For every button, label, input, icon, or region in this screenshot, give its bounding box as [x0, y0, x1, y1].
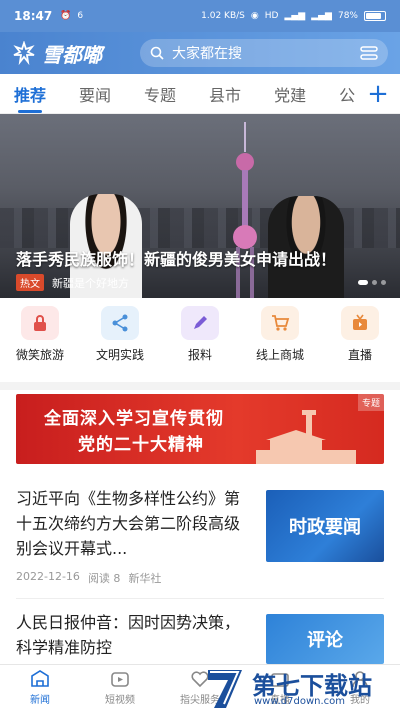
- pencil-icon: [181, 306, 219, 340]
- shortcut-report[interactable]: 报料: [162, 306, 238, 380]
- tab-counties[interactable]: 县市: [209, 82, 241, 106]
- shortcut-live[interactable]: 直播: [322, 306, 398, 380]
- news-separator: [16, 598, 384, 599]
- news-thumbnail: 评论: [266, 614, 384, 664]
- carousel-dot: [381, 280, 386, 285]
- shortcut-civilization-practice[interactable]: 文明实践: [82, 306, 158, 380]
- signal-icon-2: ▂▄▆: [311, 11, 332, 21]
- banner-title: 落手秀民族服饰！新疆的俊男美女申请出战！: [16, 250, 337, 269]
- banner-subtitle: 新疆是个好地方: [52, 276, 129, 290]
- shortcut-label: 直播: [347, 348, 372, 362]
- tab-party-building[interactable]: 党建: [274, 82, 306, 106]
- promo-banner[interactable]: 全面深入学习宣传贯彻 党的二十大精神 专题: [16, 394, 384, 464]
- promo-line-2: 党的二十大精神: [78, 435, 204, 455]
- tiananmen-icon: [256, 410, 356, 464]
- status-bar: 18:47 ⏰ 6 1.02 KB/S ◉ HD ▂▄▆ ▂▄▆ 78%: [0, 0, 400, 32]
- news-icon: [31, 670, 49, 687]
- news-title: 人民日报仲音：因时因势决策，科学精准防控: [16, 613, 241, 657]
- lock-icon: [21, 306, 59, 340]
- network-speed: 1.02 KB/S: [201, 11, 245, 21]
- search-placeholder: 大家都在搜: [172, 46, 242, 62]
- status-right: 1.02 KB/S ◉ HD ▂▄▆ ▂▄▆ 78%: [201, 11, 386, 21]
- nav-short-video[interactable]: 短视频: [80, 665, 160, 711]
- shortcut-label: 微笑旅游: [15, 348, 64, 362]
- tab-headlines[interactable]: 要闻: [79, 82, 111, 106]
- menu-icon[interactable]: [360, 45, 378, 61]
- news-title: 习近平向《生物多样性公约》第十五次缔约方大会第二阶段高级别会议开幕式...: [16, 489, 241, 558]
- watermark-logo-icon: [208, 670, 242, 708]
- shortcut-label: 线上商城: [255, 348, 304, 362]
- shortcut-online-mall[interactable]: 线上商城: [242, 306, 318, 380]
- news-thumbnail: 时政要闻: [266, 490, 384, 562]
- site-watermark: 第七下载站 www.d7down.com: [196, 664, 400, 711]
- nav-label: 短视频: [105, 695, 135, 706]
- news-thumb-text: 评论: [307, 630, 343, 651]
- tv-icon: [341, 306, 379, 340]
- watermark-url: www.d7down.com: [254, 696, 346, 707]
- carousel-dot: [372, 280, 377, 285]
- promo-line-1: 全面深入学习宣传贯彻: [44, 409, 224, 429]
- nav-news[interactable]: 新闻: [0, 665, 80, 711]
- status-time: 18:47: [14, 9, 53, 23]
- tab-public[interactable]: 公: [339, 82, 355, 106]
- news-item[interactable]: 人民日报仲音：因时因势决策，科学精准防控 评论: [16, 610, 384, 664]
- battery-icon: [364, 11, 386, 21]
- news-thumb-text: 时政要闻: [289, 517, 361, 538]
- news-date: 2022-12-16: [16, 570, 80, 583]
- video-icon: [111, 672, 129, 687]
- banner-meta: 热文 新疆是个好地方: [16, 274, 129, 291]
- news-source: 新华社: [128, 572, 162, 585]
- nav-label: 新闻: [30, 695, 50, 706]
- cart-icon: [261, 306, 299, 340]
- carousel-dot-active: [358, 280, 368, 285]
- channel-tabs: 推荐 要闻 专题 县市 党建 公 +: [0, 74, 400, 114]
- wifi-icon: ◉: [250, 11, 259, 21]
- notification-icon: 6: [77, 11, 84, 21]
- shortcut-smile-travel[interactable]: 微笑旅游: [2, 306, 78, 380]
- app-header: 雪都嘟 大家都在搜: [0, 32, 400, 74]
- alarm-icon: ⏰: [60, 11, 72, 21]
- share-icon: [101, 306, 139, 340]
- tab-recommend[interactable]: 推荐: [14, 82, 46, 113]
- logo-text: 雪都嘟: [42, 42, 102, 67]
- search-input[interactable]: 大家都在搜: [140, 39, 388, 67]
- carousel-indicator: [358, 280, 386, 285]
- shortcut-row: 微笑旅游 文明实践 报料 线上商城 直播: [0, 306, 400, 380]
- signal-icon: ▂▄▆: [284, 11, 306, 21]
- banner-tower-image: [233, 122, 257, 298]
- banner-carousel[interactable]: 落手秀民族服饰！新疆的俊男美女申请出战！ 热文 新疆是个好地方: [0, 114, 400, 298]
- add-channel-icon[interactable]: +: [356, 74, 400, 113]
- news-reads: 阅读 8: [87, 572, 121, 585]
- network-type: HD: [264, 11, 279, 21]
- promo-tag: 专题: [357, 394, 384, 411]
- shortcut-label: 文明实践: [95, 348, 144, 362]
- shortcut-label: 报料: [187, 348, 212, 362]
- search-icon: [150, 46, 164, 60]
- battery-percent: 78%: [337, 11, 358, 21]
- hot-tag: 热文: [16, 274, 44, 291]
- tab-topics[interactable]: 专题: [144, 82, 176, 106]
- news-item[interactable]: 习近平向《生物多样性公约》第十五次缔约方大会第二阶段高级别会议开幕式... 20…: [16, 486, 384, 585]
- status-left-icons: ⏰ 6: [60, 11, 83, 21]
- news-meta: 2022-12-16 阅读 8 新华社: [16, 570, 161, 586]
- snowflake-logo-icon: [13, 41, 35, 65]
- app-logo: 雪都嘟: [12, 39, 140, 68]
- section-divider: [0, 382, 400, 390]
